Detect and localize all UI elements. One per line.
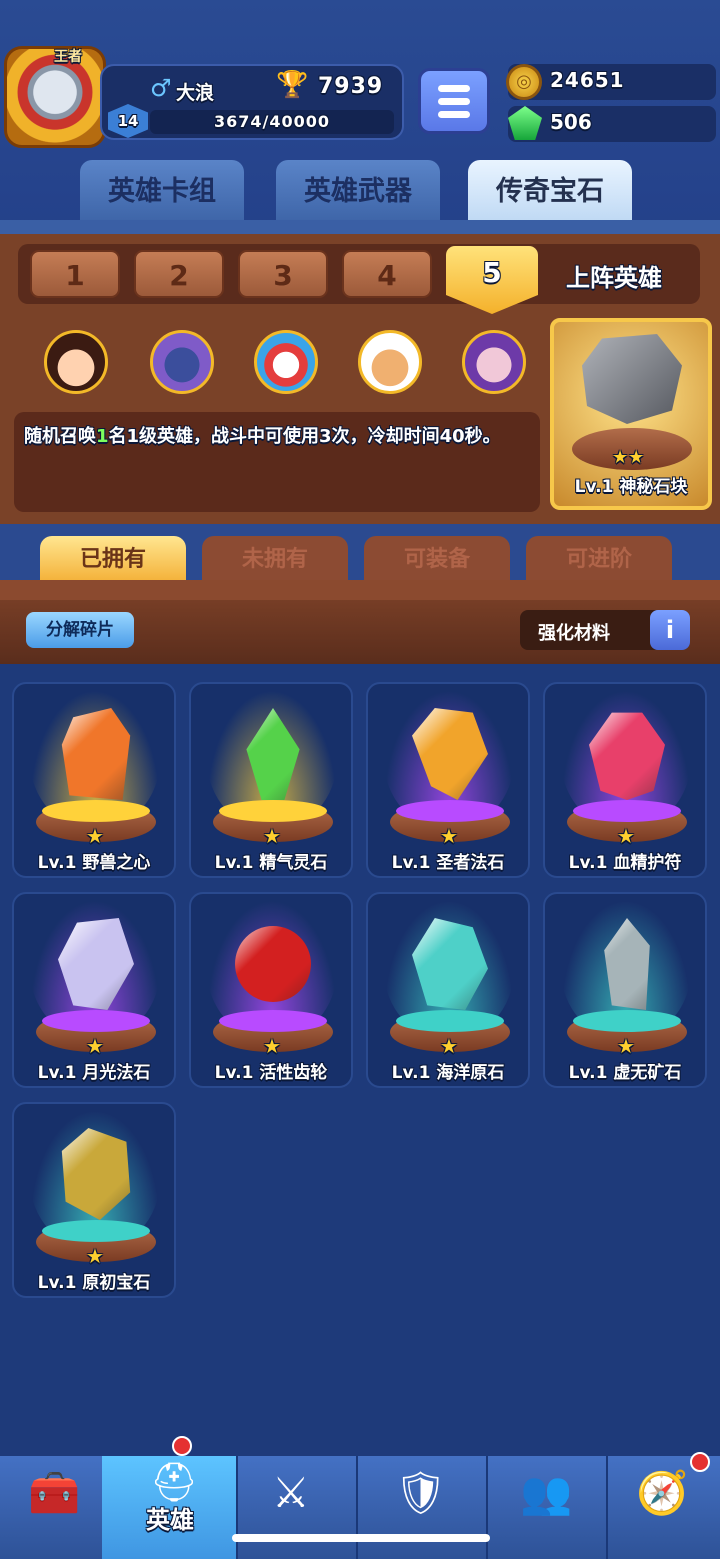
gem-card[interactable]: ★ Lv.1 野兽之心	[12, 682, 176, 878]
gem-star-rating: ★	[440, 1034, 458, 1058]
gem-card[interactable]: ★ Lv.1 月光法石	[12, 892, 176, 1088]
gem-card[interactable]: ★ Lv.1 圣者法石	[366, 682, 530, 878]
tab-hero-deck[interactable]: 英雄卡组	[80, 160, 244, 222]
trophy-count: 7939	[318, 74, 384, 99]
slot-2-button[interactable]: 2	[134, 250, 224, 298]
home-indicator	[232, 1534, 490, 1542]
gem-name: Lv.1 血精护符	[568, 853, 682, 873]
tab-hero-weapon[interactable]: 英雄武器	[276, 160, 440, 222]
trophy-icon: 🏆	[276, 70, 309, 100]
deploy-heroes-label: 上阵英雄	[566, 264, 662, 292]
gem-pedestal-light	[219, 800, 327, 822]
gem-star-rating: ★	[440, 824, 458, 848]
gem-card[interactable]: ★ Lv.1 活性齿轮	[189, 892, 353, 1088]
xp-text: 3674/40000	[213, 112, 331, 131]
hero-portrait-1[interactable]	[44, 330, 108, 394]
menu-button[interactable]	[418, 68, 490, 134]
gem-amount: 506	[550, 110, 592, 134]
gold-amount: 24651	[550, 68, 625, 92]
player-name: 大浪	[176, 82, 215, 104]
gem-name: Lv.1 原初宝石	[37, 1273, 151, 1293]
toolbar-top-strip	[0, 580, 720, 600]
gem-pedestal-light	[396, 800, 504, 822]
group-banner-icon: 👥	[520, 1468, 573, 1517]
knight-helmet-icon: ⛑	[150, 1460, 199, 1504]
enhance-materials-label: 强化材料	[538, 623, 610, 644]
gem-name: Lv.1 精气灵石	[214, 853, 328, 873]
compass-icon: 🧭	[636, 1468, 689, 1517]
explore-notification-dot	[690, 1452, 710, 1472]
gem-card[interactable]: ★ Lv.1 血精护符	[543, 682, 707, 878]
gem-star-rating: ★	[86, 824, 104, 848]
menu-icon	[438, 85, 470, 92]
gem-pedestal-light	[219, 1010, 327, 1032]
gem-card[interactable]: ★ Lv.1 精气灵石	[189, 682, 353, 878]
tab-divider	[0, 220, 720, 234]
slot-4-button[interactable]: 4	[342, 250, 432, 298]
hero-portrait-2[interactable]	[150, 330, 214, 394]
gem-star-rating: ★	[617, 1034, 635, 1058]
gem-card[interactable]: ★ Lv.1 海洋原石	[366, 892, 530, 1088]
gold-coin-icon: ◎	[506, 64, 542, 100]
gem-pedestal-light	[42, 1010, 150, 1032]
gem-name: Lv.1 野兽之心	[37, 853, 151, 873]
tab-legend-gem[interactable]: 传奇宝石	[468, 160, 632, 222]
crown-shield-icon: 🛡	[394, 1468, 448, 1517]
featured-gem-name: Lv.1 神秘石块	[574, 477, 688, 497]
gem-pedestal-light	[42, 800, 150, 822]
gem-pedestal-light	[573, 800, 681, 822]
tab-equippable[interactable]: 可装备	[364, 536, 510, 580]
gem-star-rating: ★	[263, 824, 281, 848]
gem-card[interactable]: ★ Lv.1 虚无矿石	[543, 892, 707, 1088]
gem-star-rating: ★	[86, 1244, 104, 1268]
hero-notification-dot	[172, 1436, 192, 1456]
gem-name: Lv.1 圣者法石	[391, 853, 505, 873]
gem-description: 随机召唤1名1级英雄，战斗中可使用3次，冷却时间40秒。	[24, 426, 501, 447]
avatar-rank-badge: 王者	[54, 49, 82, 65]
gem-star-rating: ★	[617, 824, 635, 848]
gem-pedestal-light	[573, 1010, 681, 1032]
decompose-shards-button[interactable]: 分解碎片	[26, 612, 134, 648]
gem-name: Lv.1 海洋原石	[391, 1063, 505, 1083]
mysterious-rock-icon	[582, 334, 682, 424]
male-icon: ♂	[150, 74, 172, 102]
featured-star-rating: ★★	[612, 447, 645, 468]
gem-name: Lv.1 活性齿轮	[214, 1063, 328, 1083]
gem-pedestal-light	[396, 1010, 504, 1032]
hero-portrait-3[interactable]	[254, 330, 318, 394]
gem-star-rating: ★	[263, 1034, 281, 1058]
gem-name: Lv.1 月光法石	[37, 1063, 151, 1083]
nav-hero-label: 英雄	[146, 1506, 194, 1534]
tab-upgradable[interactable]: 可进阶	[526, 536, 672, 580]
hero-portrait-4[interactable]	[358, 330, 422, 394]
gem-card[interactable]: ★ Lv.1 原初宝石	[12, 1102, 176, 1298]
info-button[interactable]: i	[650, 610, 690, 650]
gem-star-rating: ★	[86, 1034, 104, 1058]
slot-3-button[interactable]: 3	[238, 250, 328, 298]
gem-pedestal-light	[42, 1220, 150, 1242]
tab-not-owned[interactable]: 未拥有	[202, 536, 348, 580]
treasure-chest-icon: 🧰	[28, 1468, 81, 1517]
gem-name: Lv.1 虚无矿石	[568, 1063, 682, 1083]
tab-owned[interactable]: 已拥有	[40, 536, 186, 580]
slot-1-button[interactable]: 1	[30, 250, 120, 298]
crossed-swords-icon: ⚔	[272, 1468, 310, 1517]
hero-portrait-5[interactable]	[462, 330, 526, 394]
